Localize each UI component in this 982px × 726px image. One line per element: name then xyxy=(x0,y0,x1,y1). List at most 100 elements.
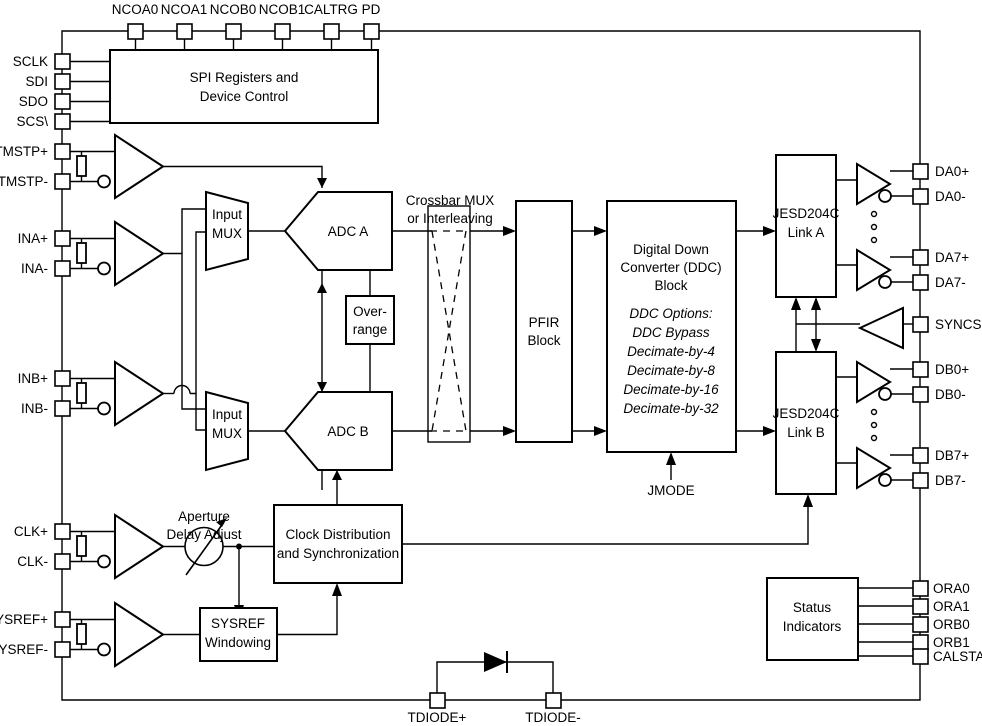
right-pin-label: DA0+ xyxy=(935,164,969,179)
lane-ellipsis-b xyxy=(870,408,878,442)
jesd204c-link-a-block: JESD204C Link A xyxy=(773,154,840,298)
top-pin-pd[interactable]: PD xyxy=(362,2,381,50)
left-pin-label: INB+ xyxy=(18,371,49,386)
right-pin-orb0[interactable]: ORB0 xyxy=(912,616,970,633)
ddc-option: Decimate-by-32 xyxy=(623,401,719,416)
ina-buffer-amplifier xyxy=(114,220,165,287)
right-pin-label: SYNCSE\ xyxy=(935,317,982,332)
top-pin-ncob1[interactable]: NCOB1 xyxy=(259,2,306,50)
ddc-label-line3: Block xyxy=(654,278,687,293)
right-pin-syncse[interactable]: SYNCSE\ xyxy=(912,316,982,333)
termination-resistor xyxy=(76,535,87,557)
adc-b-label: ADC B xyxy=(327,424,368,439)
right-pin-ora1[interactable]: ORA1 xyxy=(912,598,970,615)
right-pin-da7-p[interactable]: DA7+ xyxy=(912,249,969,266)
left-pin-label: SCLK xyxy=(13,54,48,69)
right-pin-label: CALSTAT xyxy=(933,649,982,664)
left-pin-tmstp-n[interactable]: TMSTP- xyxy=(0,173,71,190)
termination-resistor xyxy=(76,242,87,264)
right-pin-label: DA7- xyxy=(935,275,966,290)
top-pin-ncoa1[interactable]: NCOA1 xyxy=(161,2,208,50)
left-pin-inb-p[interactable]: INB+ xyxy=(18,370,71,387)
status-indicators-block: Status Indicators ORA0 ORA1 ORB0 ORB1 CA… xyxy=(766,577,982,665)
aperture-label-line2: Delay Adjust xyxy=(166,527,241,542)
sysref-input-group: SYSREF+ SYSREF- xyxy=(0,601,200,668)
left-pin-label: SDO xyxy=(19,94,48,109)
left-pin-sdi[interactable]: SDI xyxy=(25,73,110,90)
diagram-svg: NCOA0 NCOA1 NCOB0 NCOB1 CALTRG PD SPI Re… xyxy=(0,2,982,725)
bottom-pin-tdiode-p[interactable]: TDIODE+ xyxy=(408,692,467,725)
termination-resistor xyxy=(76,155,87,177)
output-driver-db7: DB7+ DB7- xyxy=(836,446,969,490)
overrange-label-line2: range xyxy=(353,322,388,337)
top-pin-label: NCOB1 xyxy=(259,2,306,17)
termination-resistor xyxy=(76,382,87,404)
left-pin-label: INB- xyxy=(21,401,48,416)
top-pin-ncob0[interactable]: NCOB0 xyxy=(210,2,257,50)
right-pin-orb1[interactable]: ORB1 xyxy=(912,634,970,651)
sysref-windowing-block: SYSREF Windowing xyxy=(199,583,342,662)
aperture-delay-adjust: Aperture Delay Adjust xyxy=(166,509,274,576)
inb-buffer-amplifier xyxy=(114,360,165,427)
syncse-input-buffer: SYNCSE\ xyxy=(796,306,982,350)
inverting-bubble xyxy=(878,387,892,401)
ddc-block: Digital Down Converter (DDC) Block DDC O… xyxy=(606,200,776,453)
left-pin-label: SYSREF- xyxy=(0,642,48,657)
right-pin-db7-p[interactable]: DB7+ xyxy=(912,447,969,464)
right-pin-label: DA0- xyxy=(935,189,966,204)
left-pin-sdo[interactable]: SDO xyxy=(19,93,110,110)
output-driver-da7: DA7+ DA7- xyxy=(836,248,969,292)
right-pin-label: DB0- xyxy=(935,387,966,402)
left-pin-sysref-p[interactable]: SYSREF+ xyxy=(0,611,71,628)
input-mux-a-label-line2: MUX xyxy=(212,226,242,241)
right-pin-label: DB0+ xyxy=(935,362,969,377)
top-pin-ncoa0[interactable]: NCOA0 xyxy=(112,2,159,50)
right-pin-db7-n[interactable]: DB7- xyxy=(912,472,966,489)
right-pin-label: DA7+ xyxy=(935,250,969,265)
ina-input-group: INA+ INA- xyxy=(18,220,165,287)
left-pin-ina-n[interactable]: INA- xyxy=(21,260,71,277)
ddc-option: Decimate-by-16 xyxy=(623,382,719,397)
overrange-label-line1: Over- xyxy=(353,304,387,319)
spi-block-label-line2: Device Control xyxy=(200,89,289,104)
left-pin-ina-p[interactable]: INA+ xyxy=(18,230,71,247)
left-pin-label: CLK- xyxy=(17,554,48,569)
sysref-win-label-line2: Windowing xyxy=(205,635,271,650)
sysref-win-label-line1: SYSREF xyxy=(211,616,265,631)
left-pin-label: SCS\ xyxy=(16,114,48,129)
left-pin-label: INA+ xyxy=(18,231,49,246)
left-pin-label: CLK+ xyxy=(14,524,48,539)
adc-a-label: ADC A xyxy=(328,224,369,239)
inb-input-group: INB+ INB- xyxy=(18,360,165,427)
left-pin-scs[interactable]: SCS\ xyxy=(16,113,110,130)
right-pin-calstat[interactable]: CALSTAT xyxy=(912,648,982,665)
adc-b-block: ADC B xyxy=(283,382,432,516)
ddc-options-header: DDC Options: xyxy=(629,306,713,321)
right-pin-da0-n[interactable]: DA0- xyxy=(912,188,966,205)
right-pin-label: ORB1 xyxy=(933,635,970,650)
right-pin-ora0[interactable]: ORA0 xyxy=(912,580,970,597)
left-pin-sysref-n[interactable]: SYSREF- xyxy=(0,641,71,658)
left-pin-inb-n[interactable]: INB- xyxy=(21,400,71,417)
spi-block-label-line1: SPI Registers and xyxy=(190,70,299,85)
pfir-label-line1: PFIR xyxy=(529,315,560,330)
inverting-bubble xyxy=(97,401,111,416)
left-pin-sclk[interactable]: SCLK xyxy=(13,53,110,70)
bottom-pin-label: TDIODE+ xyxy=(408,710,467,725)
right-pin-db0-p[interactable]: DB0+ xyxy=(912,361,969,378)
jesd-a-label-line2: Link A xyxy=(788,225,825,240)
left-pin-clk-p[interactable]: CLK+ xyxy=(14,523,71,540)
right-pin-db0-n[interactable]: DB0- xyxy=(912,386,966,403)
jmode-input: JMODE xyxy=(647,452,695,498)
right-pin-da7-n[interactable]: DA7- xyxy=(912,274,966,291)
bottom-pin-tdiode-n[interactable]: TDIODE- xyxy=(525,692,581,725)
overrange-block: Over- range xyxy=(345,295,395,402)
top-pin-caltrg[interactable]: CALTRG xyxy=(304,2,358,50)
left-pin-clk-n[interactable]: CLK- xyxy=(17,553,71,570)
right-pin-da0-p[interactable]: DA0+ xyxy=(912,163,969,180)
inverting-bubble xyxy=(97,554,111,569)
left-pin-tmstp-p[interactable]: TMSTP+ xyxy=(0,143,71,160)
clockdist-label-line1: Clock Distribution xyxy=(285,527,390,542)
left-pin-label: SDI xyxy=(25,74,48,89)
input-mux-b-label-line1: Input xyxy=(212,407,242,422)
